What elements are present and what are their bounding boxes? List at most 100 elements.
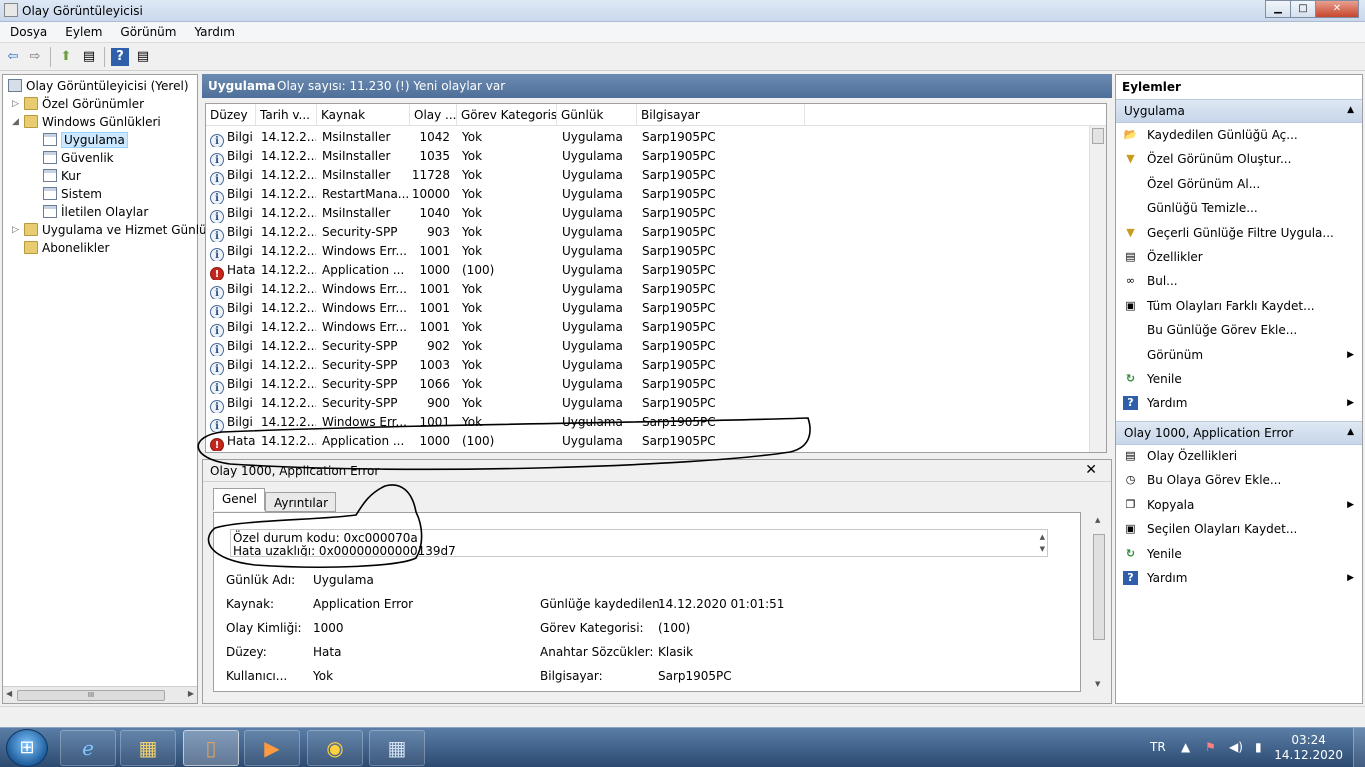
table-row[interactable]: i Bilgi 14.12.2... Security-SPP 902 Yok Uygula… <box>206 337 1091 356</box>
table-row[interactable]: i Bilgi 14.12.2... Security-SPP 903 Yok Uygula… <box>206 223 1091 242</box>
column-header-date[interactable]: Tarih v... <box>256 104 317 126</box>
collapse-arrow-icon[interactable]: ◢ <box>12 113 19 131</box>
scroll-up-arrow-icon[interactable]: ▲ <box>1095 516 1100 524</box>
action-item[interactable]: ▣ Tüm Olayları Farklı Kaydet... <box>1116 296 1362 316</box>
column-header-computer[interactable]: Bilgisayar <box>637 104 805 126</box>
action-item[interactable]: ? Yardım ▶ <box>1116 393 1362 413</box>
menu-file[interactable]: Dosya <box>0 22 55 42</box>
show-desktop-button[interactable] <box>1353 728 1365 767</box>
clock[interactable]: 03:24 14.12.2020 <box>1274 733 1343 763</box>
show-hide-tree-icon[interactable]: ▤ <box>80 48 98 66</box>
column-header-log[interactable]: Günlük <box>557 104 637 126</box>
menu-action[interactable]: Eylem <box>55 22 110 42</box>
table-row[interactable]: i Bilgi 14.12.2... Windows Err... 1001 Yok Uyg… <box>206 280 1091 299</box>
description-scroll-arrows-icon[interactable]: ▲ ▼ <box>1040 531 1045 555</box>
action-item[interactable]: ↻ Yenile <box>1116 369 1362 389</box>
column-header-event-id[interactable]: Olay ... <box>410 104 457 126</box>
tree-item-application[interactable]: Uygulama <box>43 131 128 149</box>
tree-custom-views[interactable]: ▷ Özel Görünümler <box>12 95 144 113</box>
expand-arrow-icon[interactable]: ▷ <box>12 221 19 239</box>
table-row[interactable]: i Bilgi 14.12.2... MsiInstaller 1035 Yok Uygul… <box>206 147 1091 166</box>
up-folder-icon[interactable]: ⬆ <box>57 48 75 66</box>
action-item[interactable]: 📂 Kaydedilen Günlüğü Aç... <box>1116 125 1362 145</box>
scroll-thumb[interactable] <box>1092 128 1104 144</box>
chrome-icon[interactable]: ◉ <box>307 730 363 766</box>
column-header-source[interactable]: Kaynak <box>317 104 410 126</box>
tree-horizontal-scrollbar[interactable]: ◀ III ▶ <box>3 686 197 703</box>
file-explorer-icon[interactable]: ▦ <box>120 730 176 766</box>
action-item[interactable]: ↻ Yenile <box>1116 544 1362 564</box>
action-item[interactable]: ▼ Geçerli Günlüğe Filtre Uygula... <box>1116 223 1362 243</box>
table-row[interactable]: i Bilgi 14.12.2... Security-SPP 900 Yok Uygula… <box>206 394 1091 413</box>
table-row[interactable]: i Bilgi 14.12.2... Windows Err... 1001 Yok Uyg… <box>206 413 1091 432</box>
table-row[interactable]: i Bilgi 14.12.2... Security-SPP 1003 Yok Uygul… <box>206 356 1091 375</box>
table-vertical-scrollbar[interactable] <box>1089 126 1106 452</box>
back-arrow-icon[interactable]: ⇦ <box>4 48 22 66</box>
tree-item-forwarded[interactable]: İletilen Olaylar <box>43 203 148 221</box>
volume-icon[interactable]: ◀) <box>1229 740 1243 754</box>
action-item[interactable]: ▣ Seçilen Olayları Kaydet... <box>1116 519 1362 539</box>
table-row[interactable]: ! Hata 14.12.2... Application ... 1000 (100) U… <box>206 432 1091 451</box>
help-icon[interactable]: ? <box>111 48 129 66</box>
scroll-right-arrow-icon[interactable]: ▶ <box>188 689 194 698</box>
tree-item-setup[interactable]: Kur <box>43 167 81 185</box>
action-item[interactable]: ▼ Özel Görünüm Oluştur... <box>1116 149 1362 169</box>
action-item[interactable]: Günlüğü Temizle... <box>1116 198 1362 218</box>
table-row[interactable]: i Bilgi 14.12.2... Windows Err... 1001 Yok Uyg… <box>206 242 1091 261</box>
scroll-left-arrow-icon[interactable]: ◀ <box>6 689 12 698</box>
table-row[interactable]: i Bilgi 14.12.2... Windows Err... 1001 Yok Uyg… <box>206 299 1091 318</box>
minimize-button[interactable]: ▁ <box>1265 0 1291 18</box>
action-item[interactable]: Görünüm ▶ <box>1116 345 1362 365</box>
event-viewer-taskbar-icon[interactable]: ▯ <box>183 730 239 766</box>
table-row[interactable]: i Bilgi 14.12.2... RestartMana... 10000 Yok Uy… <box>206 185 1091 204</box>
table-row[interactable]: i Bilgi 14.12.2... MsiInstaller 1040 Yok Uygul… <box>206 204 1091 223</box>
scroll-thumb[interactable]: III <box>17 690 165 701</box>
table-row[interactable]: i Bilgi 14.12.2... MsiInstaller 11728 Yok Uygu… <box>206 166 1091 185</box>
calculator-icon[interactable]: ▦ <box>369 730 425 766</box>
internet-explorer-icon[interactable]: e <box>60 730 116 766</box>
tray-arrow-icon[interactable]: ▲ <box>1181 740 1190 754</box>
action-item[interactable]: Özel Görünüm Al... <box>1116 174 1362 194</box>
event-description-box[interactable]: Özel durum kodu: 0xc000070a Hata uzaklığ… <box>230 529 1048 557</box>
close-icon[interactable]: ✕ <box>1085 462 1097 478</box>
actions-section-log[interactable]: Uygulama ▲ <box>1116 99 1362 123</box>
start-button[interactable]: ⊞ <box>6 729 48 767</box>
tree-item-system[interactable]: Sistem <box>43 185 102 203</box>
expand-arrow-icon[interactable]: ▷ <box>12 95 19 113</box>
actions-section-event[interactable]: Olay 1000, Application Error ▲ <box>1116 421 1362 445</box>
detail-vertical-scrollbar[interactable]: ▲ ▼ <box>1091 514 1108 690</box>
action-item[interactable]: ? Yardım ▶ <box>1116 568 1362 588</box>
show-hide-action-pane-icon[interactable]: ▤ <box>134 48 152 66</box>
forward-arrow-icon[interactable]: ⇨ <box>26 48 44 66</box>
close-button[interactable]: ✕ <box>1315 0 1359 18</box>
table-row[interactable]: i Bilgi 14.12.2... Security-SPP 1066 Yok Uygul… <box>206 375 1091 394</box>
scroll-thumb[interactable] <box>1093 534 1105 640</box>
table-row[interactable]: i Bilgi 14.12.2... Windows Err... 1001 Yok Uyg… <box>206 318 1091 337</box>
tree-item-security[interactable]: Güvenlik <box>43 149 114 167</box>
column-header-level[interactable]: Düzey <box>206 104 256 126</box>
language-indicator[interactable]: TR <box>1150 740 1166 754</box>
scroll-down-arrow-icon[interactable]: ▼ <box>1095 680 1100 688</box>
table-row[interactable]: i Bilgi 14.12.2... MsiInstaller 1042 Yok Uygul… <box>206 128 1091 147</box>
tree-root[interactable]: Olay Görüntüleyicisi (Yerel) <box>8 77 189 95</box>
maximize-button[interactable]: □ <box>1290 0 1316 18</box>
tab-general[interactable]: Genel <box>213 488 266 511</box>
action-item[interactable]: ▤ Olay Özellikleri <box>1116 446 1362 466</box>
tree-subscriptions[interactable]: Abonelikler <box>24 239 109 257</box>
action-item[interactable]: Bu Günlüğe Görev Ekle... <box>1116 320 1362 340</box>
table-row[interactable]: ! Hata 14.12.2... Application ... 1000 (100) U… <box>206 261 1091 280</box>
action-item[interactable]: ❐ Kopyala ▶ <box>1116 495 1362 515</box>
collapse-caret-icon[interactable]: ▲ <box>1347 105 1354 115</box>
tree-windows-logs[interactable]: ◢ Windows Günlükleri <box>12 113 161 131</box>
action-item[interactable]: ◷ Bu Olaya Görev Ekle... <box>1116 470 1362 490</box>
action-center-icon[interactable]: ⚑ <box>1205 740 1216 754</box>
menu-help[interactable]: Yardım <box>184 22 242 42</box>
network-icon[interactable]: ▮ <box>1255 740 1262 754</box>
action-item[interactable]: ∞ Bul... <box>1116 271 1362 291</box>
column-header-task-category[interactable]: Görev Kategorisi <box>457 104 557 126</box>
menu-view[interactable]: Görünüm <box>110 22 184 42</box>
collapse-caret-icon[interactable]: ▲ <box>1347 427 1354 437</box>
action-item[interactable]: ▤ Özellikler <box>1116 247 1362 267</box>
tab-details[interactable]: Ayrıntılar <box>265 492 337 512</box>
tree-app-service-logs[interactable]: ▷ Uygulama ve Hizmet Günlük <box>12 221 214 239</box>
